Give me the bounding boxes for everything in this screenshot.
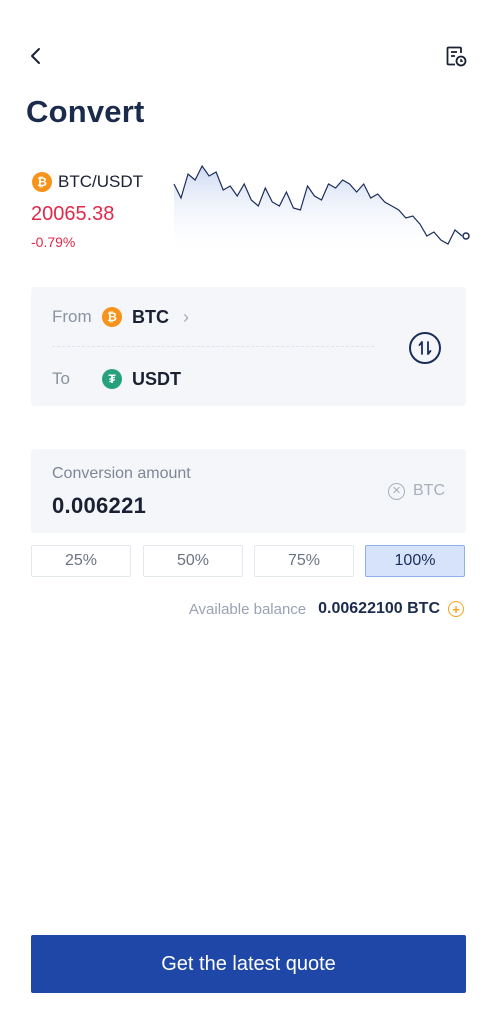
btc-coin-icon: ₿ [32, 172, 52, 192]
to-selector[interactable]: To ₮ USDT [52, 366, 181, 392]
add-circle-icon[interactable]: + [448, 601, 464, 617]
get-quote-button[interactable]: Get the latest quote [31, 935, 466, 993]
swap-vertical-icon [418, 341, 432, 355]
available-balance: Available balance 0.00622100 BTC + [189, 600, 464, 618]
ticker-pair[interactable]: ₿ BTC/USDT [32, 172, 143, 192]
price-sparkline [173, 164, 470, 258]
amount-input[interactable]: 0.006221 [52, 493, 146, 519]
to-label: To [52, 369, 70, 388]
amount-label: Conversion amount [52, 465, 191, 482]
balance-label: Available balance [188, 600, 307, 618]
percent-50-button[interactable]: 50% [143, 545, 243, 577]
sparkline-end-dot [462, 232, 470, 240]
page-title: Convert [26, 94, 145, 129]
usdt-coin-icon: ₮ [102, 369, 122, 389]
amount-unit: BTC [413, 482, 445, 499]
from-selector[interactable]: From ₿ BTC › [52, 304, 189, 330]
divider [52, 346, 374, 347]
ticker-price: 20065.38 [31, 203, 115, 225]
to-coin: USDT [132, 368, 181, 389]
percent-75-button[interactable]: 75% [254, 545, 354, 577]
sparkline-area [174, 166, 462, 258]
chevron-left-icon [31, 48, 40, 64]
from-coin: BTC [132, 306, 169, 327]
back-button[interactable] [22, 40, 50, 72]
btc-coin-icon: ₿ [102, 307, 122, 327]
swap-button[interactable] [409, 332, 441, 364]
amount-unit-group: ✕ BTC [388, 482, 445, 500]
order-history-button[interactable] [440, 40, 472, 72]
pair-label: BTC/USDT [58, 172, 143, 191]
ticker-change: -0.79% [31, 234, 76, 250]
from-label: From [52, 307, 92, 326]
clear-circle-icon[interactable]: ✕ [388, 482, 405, 500]
chevron-right-icon: › [183, 306, 189, 327]
balance-value: 0.00622100 BTC [318, 600, 440, 617]
order-history-icon [446, 46, 467, 67]
percent-25-button[interactable]: 25% [31, 545, 131, 577]
percent-100-button[interactable]: 100% [365, 545, 465, 577]
